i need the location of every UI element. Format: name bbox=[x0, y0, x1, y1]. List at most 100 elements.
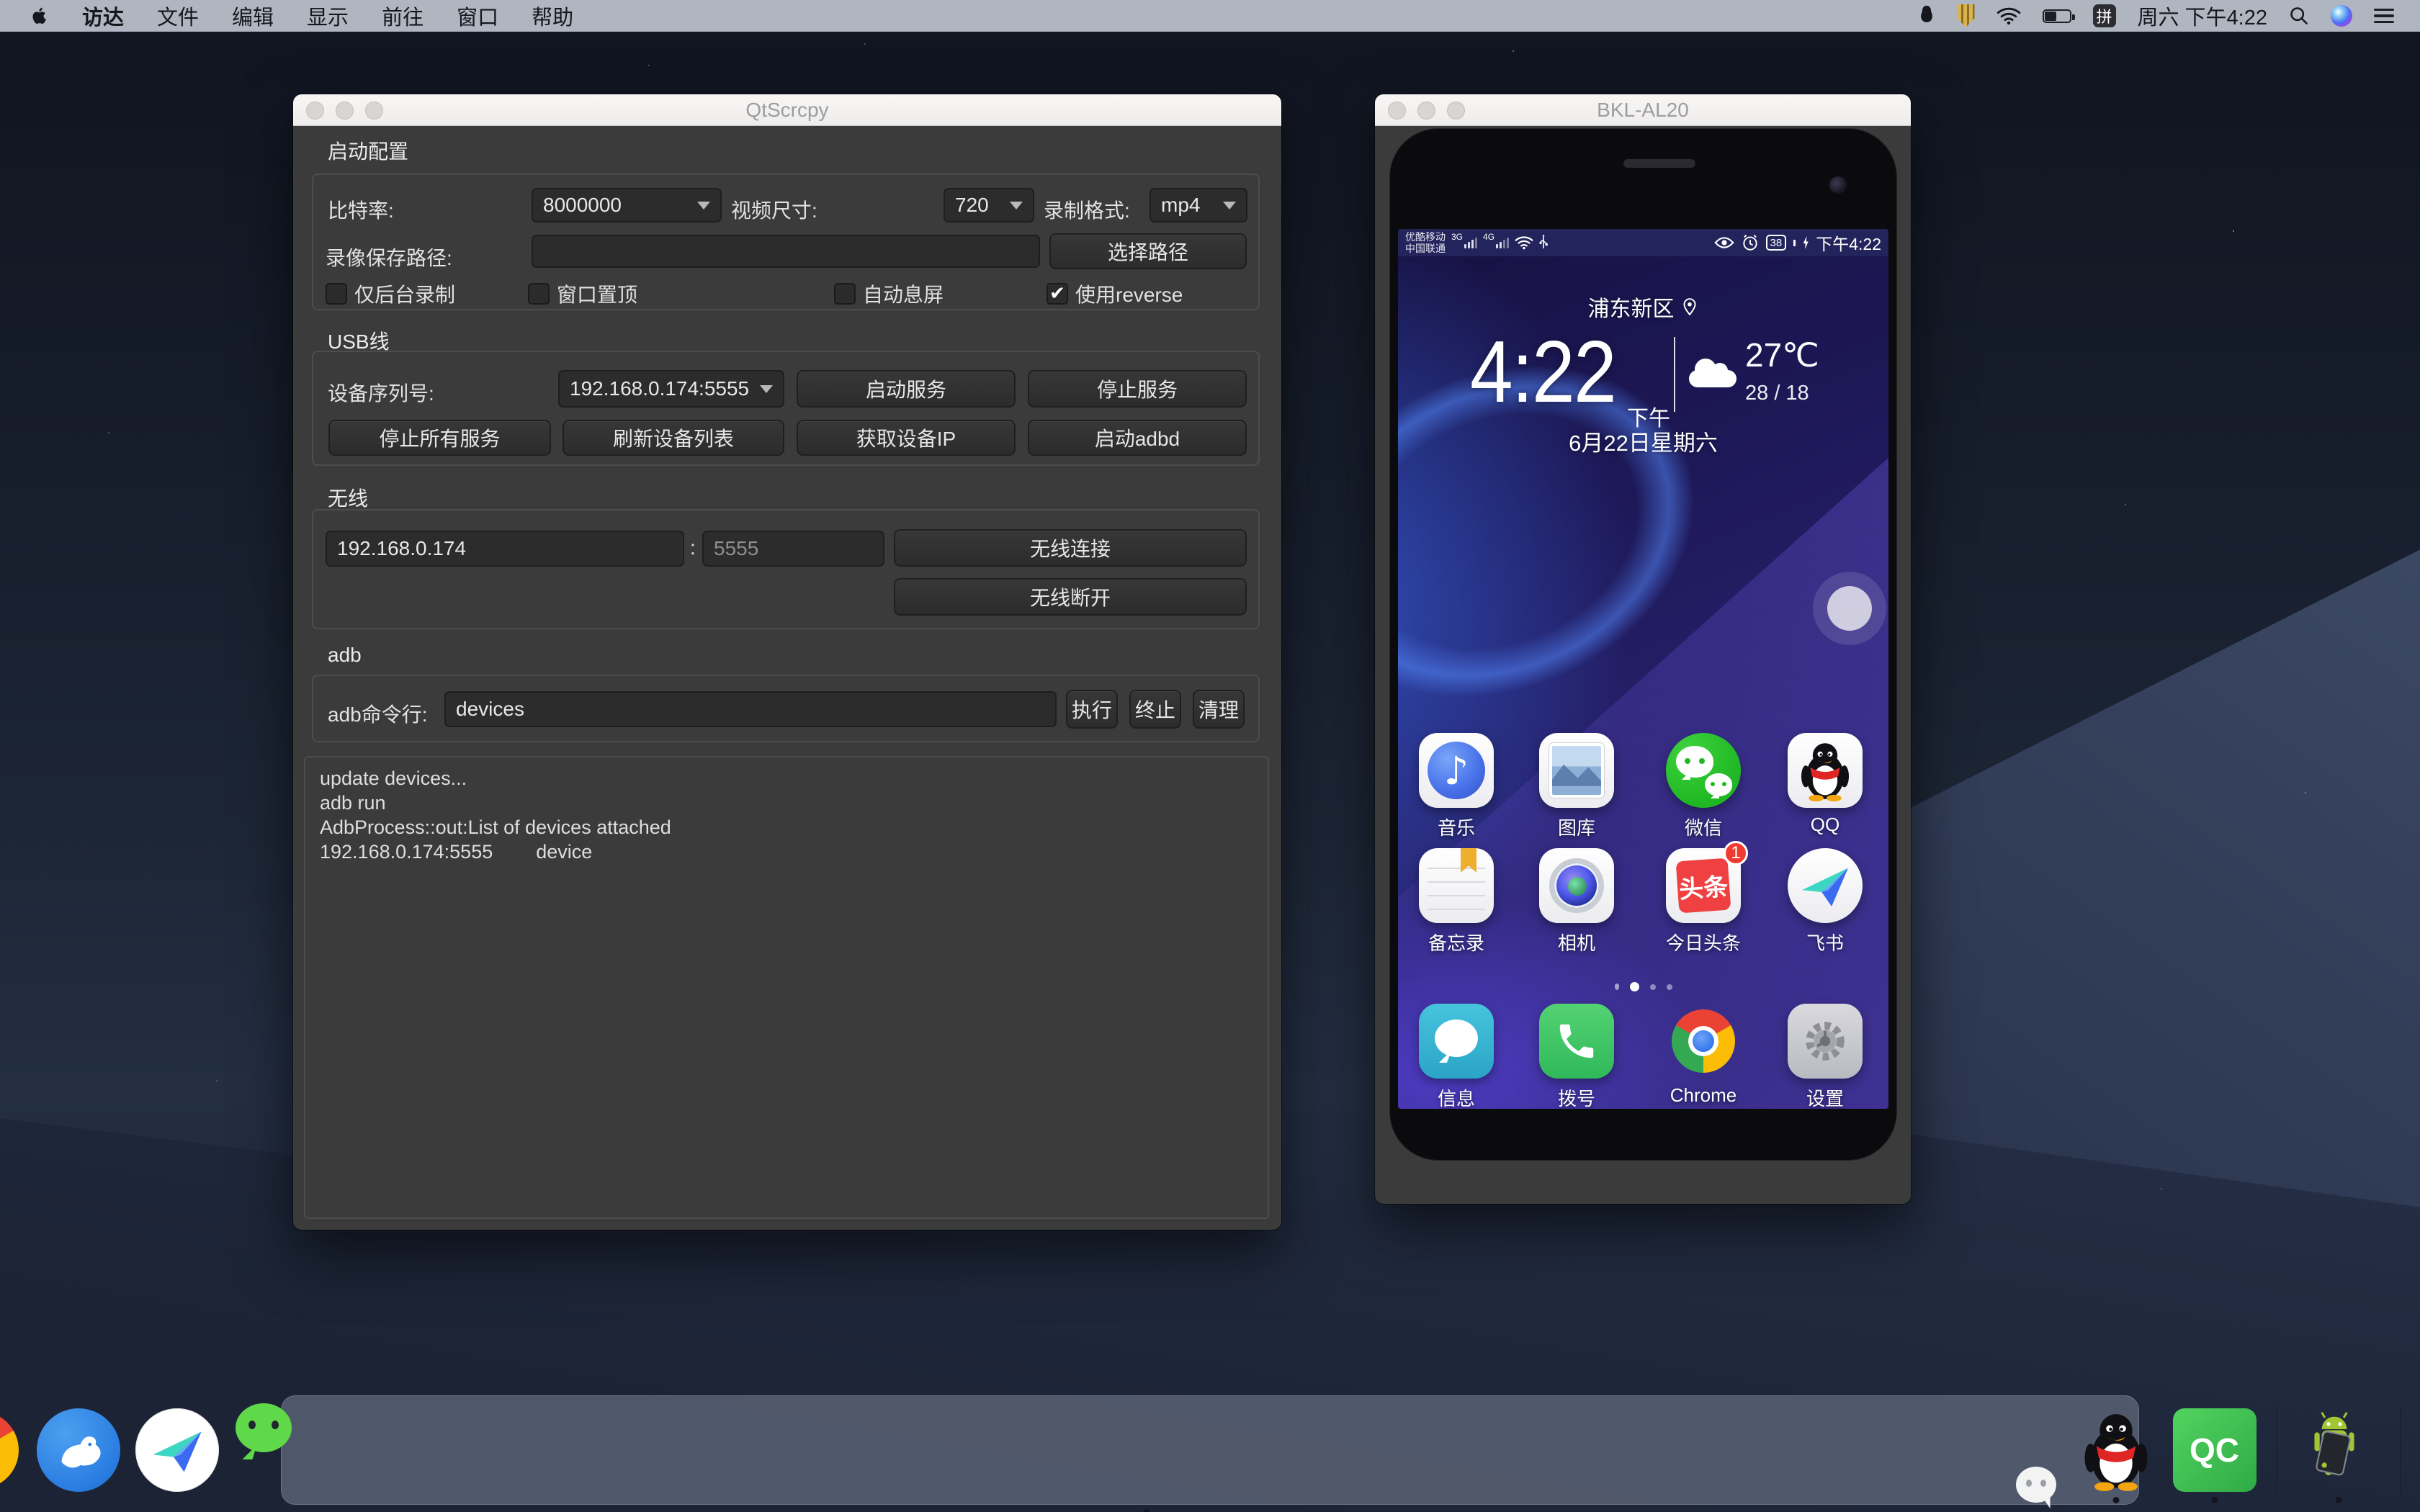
wireless-port-input[interactable] bbox=[702, 531, 884, 567]
stop-all-services-button[interactable]: 停止所有服务 bbox=[328, 420, 551, 456]
checkbox-box[interactable] bbox=[834, 283, 856, 305]
dialer-app-icon[interactable] bbox=[1539, 1004, 1614, 1079]
adb-kill-button[interactable]: 终止 bbox=[1129, 690, 1181, 729]
dock: >_ QC bbox=[281, 1395, 2139, 1505]
minimize-button[interactable] bbox=[1417, 102, 1435, 120]
dock-wechat[interactable] bbox=[234, 1396, 2059, 1504]
zoom-button[interactable] bbox=[1447, 102, 1465, 120]
checkbox-box[interactable] bbox=[326, 283, 347, 305]
menu-finder[interactable]: 访达 bbox=[82, 1, 124, 31]
messages-app-icon[interactable] bbox=[1419, 1004, 1494, 1079]
record-path-input[interactable] bbox=[532, 235, 1040, 268]
adb-log-output[interactable]: update devices... adb run AdbProcess::ou… bbox=[304, 756, 1269, 1219]
dock-qtcreator[interactable]: QC bbox=[2173, 1408, 2257, 1492]
qtscrcpy-titlebar[interactable]: QtScrcpy bbox=[293, 94, 1281, 126]
phone-app-chrome[interactable]: Chrome bbox=[1666, 1004, 1741, 1107]
battery-status-icon[interactable] bbox=[2043, 9, 2071, 23]
log-line: update devices... bbox=[320, 766, 1253, 791]
menu-bar-clock[interactable]: 周六 下午4:22 bbox=[2138, 1, 2268, 31]
memo-app-icon[interactable] bbox=[1419, 848, 1494, 923]
phone-status-time: 下午4:22 bbox=[1816, 230, 1881, 255]
checkbox-auto-screen-off[interactable]: 自动息屏 bbox=[834, 279, 944, 308]
video-size-select[interactable]: 720 bbox=[944, 188, 1034, 222]
siri-icon[interactable] bbox=[2331, 5, 2352, 27]
wifi-status-icon[interactable] bbox=[1996, 6, 2021, 25]
phone-app-dialer[interactable]: 拨号 bbox=[1539, 1004, 1614, 1109]
phone-app-memo[interactable]: 备忘录 bbox=[1419, 848, 1494, 955]
bitrate-label: 比特率: bbox=[328, 195, 394, 224]
menu-view[interactable]: 显示 bbox=[307, 1, 349, 31]
input-method-icon[interactable]: 拼 bbox=[2093, 4, 2116, 27]
notification-badge: 1 bbox=[1724, 841, 1748, 865]
wireless-ip-input[interactable] bbox=[326, 531, 684, 567]
menu-window[interactable]: 窗口 bbox=[457, 1, 498, 31]
chrome-app-icon[interactable] bbox=[1666, 1004, 1741, 1079]
settings-app-icon[interactable] bbox=[1788, 1004, 1863, 1079]
camera-app-icon[interactable] bbox=[1539, 848, 1614, 923]
dock-chrome[interactable] bbox=[0, 1408, 22, 1492]
menu-file[interactable]: 文件 bbox=[157, 1, 199, 31]
section-label-launch-config: 启动配置 bbox=[328, 136, 408, 165]
phone-app-wechat[interactable]: 微信 bbox=[1666, 733, 1741, 840]
notification-center-icon[interactable] bbox=[2374, 9, 2394, 24]
bitrate-select[interactable]: 8000000 bbox=[532, 188, 722, 222]
menu-edit[interactable]: 编辑 bbox=[232, 1, 274, 31]
choose-path-button[interactable]: 选择路径 bbox=[1049, 233, 1247, 269]
phone-app-gallery[interactable]: 图库 bbox=[1539, 733, 1614, 840]
checkbox-box[interactable]: ✔ bbox=[1047, 283, 1068, 305]
toutiao-app-icon[interactable]: 头条 1 bbox=[1666, 848, 1741, 923]
wireless-connect-button[interactable]: 无线连接 bbox=[894, 529, 1247, 567]
close-button[interactable] bbox=[1388, 102, 1406, 120]
dock-seal-app[interactable] bbox=[37, 1408, 120, 1492]
phone-app-camera[interactable]: 相机 bbox=[1539, 848, 1614, 955]
checkbox-box[interactable] bbox=[528, 283, 550, 305]
checkbox-window-on-top[interactable]: 窗口置顶 bbox=[528, 279, 637, 308]
phone-app-messages[interactable]: 信息 bbox=[1419, 1004, 1494, 1109]
sogou-ime-shield-icon[interactable] bbox=[1958, 4, 1975, 27]
running-indicator bbox=[2211, 1497, 2218, 1503]
music-app-icon[interactable]: ♪ bbox=[1419, 733, 1494, 808]
dock-android-scrcpy[interactable] bbox=[2297, 1408, 2380, 1492]
phone-app-qq[interactable]: QQ bbox=[1788, 733, 1863, 836]
zoom-button[interactable] bbox=[365, 102, 383, 120]
chevron-down-icon bbox=[697, 202, 710, 210]
spotlight-search-icon[interactable] bbox=[2289, 6, 2309, 26]
get-device-ip-button[interactable]: 获取设备IP bbox=[797, 420, 1016, 456]
phone-app-toutiao[interactable]: 头条 1 今日头条 bbox=[1666, 848, 1741, 955]
phone-app-settings[interactable]: 设置 bbox=[1788, 1004, 1863, 1109]
adb-run-button[interactable]: 执行 bbox=[1066, 690, 1118, 729]
dock-divider bbox=[2276, 1406, 2277, 1494]
checkbox-background-record[interactable]: 仅后台录制 bbox=[326, 279, 455, 308]
stop-service-button[interactable]: 停止服务 bbox=[1028, 370, 1247, 408]
minimize-button[interactable] bbox=[336, 102, 354, 120]
qq-app-icon[interactable] bbox=[1788, 733, 1863, 808]
assistive-touch-ball[interactable] bbox=[1827, 586, 1872, 631]
record-format-select[interactable]: mp4 bbox=[1150, 188, 1247, 222]
qq-status-icon[interactable] bbox=[1917, 4, 1936, 27]
adb-command-label: adb命令行: bbox=[328, 699, 428, 728]
gallery-app-icon[interactable] bbox=[1539, 733, 1614, 808]
serial-label: 设备序列号: bbox=[328, 378, 434, 407]
apple-menu-icon[interactable] bbox=[30, 5, 49, 27]
dock-qq[interactable] bbox=[2074, 1408, 2158, 1492]
page-dot-active bbox=[1630, 982, 1639, 991]
menu-help[interactable]: 帮助 bbox=[532, 1, 573, 31]
dock-feishu[interactable] bbox=[135, 1408, 219, 1492]
start-adbd-button[interactable]: 启动adbd bbox=[1028, 420, 1247, 456]
device-serial-select[interactable]: 192.168.0.174:5555 bbox=[558, 370, 784, 408]
refresh-device-list-button[interactable]: 刷新设备列表 bbox=[563, 420, 784, 456]
phone-app-music[interactable]: ♪ 音乐 bbox=[1419, 733, 1494, 840]
adb-clear-button[interactable]: 清理 bbox=[1193, 690, 1245, 729]
feishu-app-icon[interactable] bbox=[1788, 848, 1863, 923]
wechat-app-icon[interactable] bbox=[1666, 733, 1741, 808]
close-button[interactable] bbox=[306, 102, 324, 120]
phone-window-titlebar[interactable]: BKL-AL20 bbox=[1375, 94, 1911, 126]
phone-screen[interactable]: 优酷移动 中国联通 3G 4G 38 bbox=[1398, 229, 1888, 1109]
seal-app-icon bbox=[37, 1408, 120, 1492]
phone-app-feishu[interactable]: 飞书 bbox=[1788, 848, 1863, 955]
adb-command-input[interactable] bbox=[444, 691, 1057, 727]
wireless-disconnect-button[interactable]: 无线断开 bbox=[894, 578, 1247, 616]
checkbox-use-reverse[interactable]: ✔ 使用reverse bbox=[1047, 279, 1183, 308]
start-service-button[interactable]: 启动服务 bbox=[797, 370, 1016, 408]
menu-go[interactable]: 前往 bbox=[382, 1, 424, 31]
